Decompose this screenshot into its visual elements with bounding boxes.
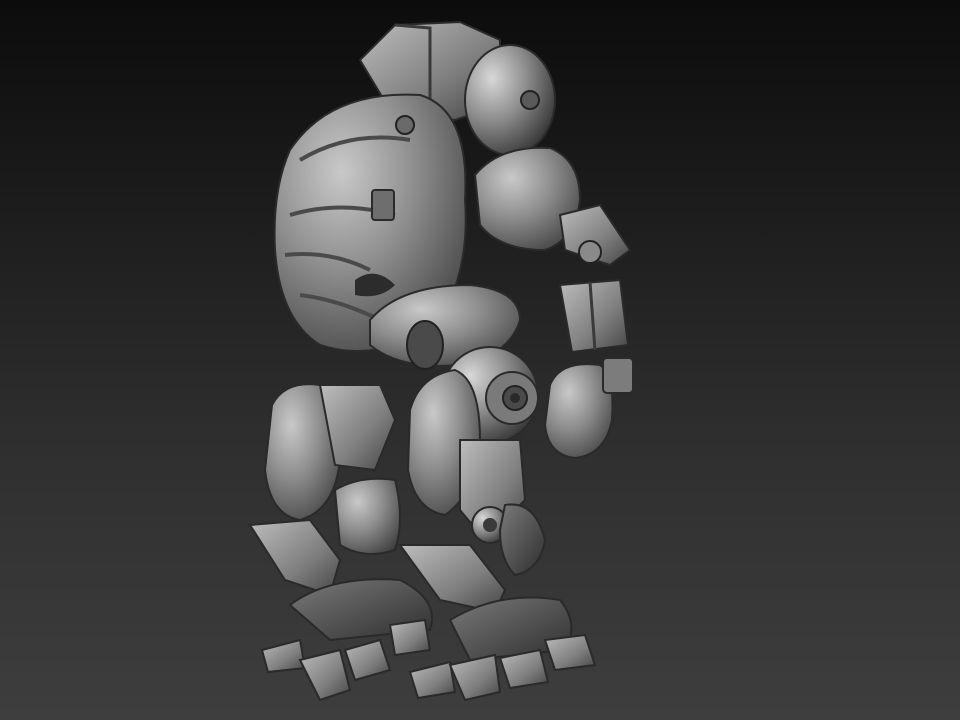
viewport-canvas[interactable] bbox=[0, 0, 960, 720]
foot-left bbox=[260, 578, 433, 702]
leg-left bbox=[248, 383, 401, 597]
foot-right bbox=[408, 596, 597, 702]
robot-model bbox=[248, 20, 634, 702]
